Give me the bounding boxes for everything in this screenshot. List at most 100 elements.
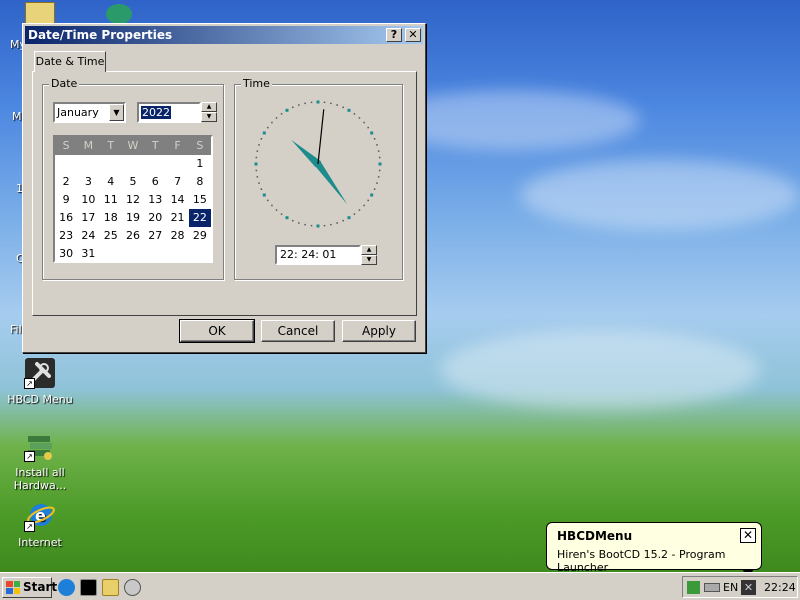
clock-minute-mark [342,219,344,222]
desktop-icon-label: HBCD Menu [7,393,73,406]
apply-button[interactable]: Apply [342,320,416,342]
desktop-icon-install-hardware[interactable]: ↗ Install all Hardwa... [5,430,75,492]
my-documents-icon[interactable] [25,2,55,24]
notification-balloon[interactable]: HBCDMenu Hiren's BootCD 15.2 - Program L… [546,522,762,578]
calendar-day[interactable]: 4 [100,173,122,191]
clock-minute-mark [292,219,294,222]
desktop-icon-hbcd-menu[interactable]: ↗ HBCD Menu [5,357,75,406]
calendar-day[interactable]: 2 [55,173,77,191]
clock-minute-mark [260,138,263,140]
clock-minute-mark [280,113,283,115]
time-down-button[interactable]: ▼ [361,255,377,265]
time-spinner[interactable]: ▲ ▼ [361,245,377,265]
calendar-day[interactable]: 26 [122,227,144,245]
calendar-day[interactable]: 19 [122,209,144,227]
my-network-icon[interactable] [106,4,132,24]
windows-logo-icon [6,581,20,594]
calendar-day[interactable]: 16 [55,209,77,227]
cancel-button[interactable]: Cancel [261,320,335,342]
calendar-day[interactable]: 27 [144,227,166,245]
calendar-day[interactable]: 30 [55,245,77,263]
month-select[interactable]: January ▼ [53,102,126,123]
calendar-day[interactable]: 14 [166,191,188,209]
balloon-text: Hiren's BootCD 15.2 - Program Launcher [557,548,726,574]
year-up-button[interactable]: ▲ [201,102,217,112]
clock-minute-mark [255,156,258,159]
close-button[interactable]: ✕ [405,28,421,42]
balloon-close-button[interactable]: ✕ [740,528,756,543]
calendar-day[interactable]: 9 [55,191,77,209]
desktop-icon-label: Install all Hardwa... [13,466,67,492]
calendar-day[interactable]: 7 [166,173,188,191]
calendar-day[interactable]: 23 [55,227,77,245]
taskbar-clock[interactable]: 22:24 [764,581,796,594]
calendar-day[interactable]: 15 [189,191,211,209]
tab-date-time[interactable]: Date & Time [34,51,106,72]
weekday-header: S [62,139,70,152]
calendar-day[interactable]: 21 [166,209,188,227]
drive-icon[interactable] [704,583,720,592]
disk-icon[interactable] [124,579,141,596]
calendar-day[interactable]: 12 [122,191,144,209]
calendar-day[interactable]: 6 [144,173,166,191]
weekday-header: T [151,139,159,152]
dialog-title: Date/Time Properties [28,28,173,42]
desktop-icon-internet[interactable]: e ↗ Internet [5,500,75,549]
year-value: 2022 [141,106,171,119]
clock-minute-mark [377,176,380,178]
year-field[interactable]: 2022 [137,102,201,123]
clock-minute-mark [358,209,361,211]
calendar-day[interactable]: 3 [77,173,99,191]
calendar-day[interactable]: 28 [166,227,188,245]
clock-minute-mark [258,144,260,146]
clock-minute-mark [367,126,369,129]
calendar-day-selected[interactable]: 22 [188,209,211,227]
calendar-day[interactable]: 11 [100,191,122,209]
help-button[interactable]: ? [386,28,402,42]
calendar-day[interactable]: 29 [189,227,211,245]
calendar-day[interactable]: 10 [77,191,99,209]
clock-minute-mark [271,121,273,124]
network-icon[interactable] [687,581,700,594]
shortcut-arrow-icon: ↗ [24,451,35,462]
time-field[interactable]: 22: 24: 01 [275,245,361,265]
command-prompt-icon[interactable] [80,579,97,596]
calendar-blank [100,155,122,173]
clock-minute-mark [310,224,313,227]
folder-icon[interactable] [102,579,119,596]
internet-explorer-icon[interactable] [58,579,75,596]
calendar-day[interactable]: 31 [77,245,99,263]
clock-minute-mark [336,104,338,106]
year-spinner[interactable]: ▲ ▼ [201,102,217,122]
clock-minute-mark [363,121,365,124]
clock-minute-mark [353,213,356,215]
calendar-day[interactable]: 20 [144,209,166,227]
clock-minute-mark [292,106,294,109]
calendar-day[interactable]: 17 [77,209,99,227]
calendar-day[interactable]: 1 [189,155,211,173]
calendar-day[interactable]: 8 [189,173,211,191]
language-indicator[interactable]: EN [723,581,738,594]
date-group-label: Date [49,77,80,90]
weekday-header: W [127,139,139,152]
clock-minute-mark [271,204,273,207]
clock-minute-mark [275,209,278,211]
dialog-titlebar[interactable]: Date/Time Properties ? ✕ [25,26,423,44]
year-down-button[interactable]: ▼ [201,112,217,122]
clock-minute-mark [367,199,369,202]
calendar-day[interactable]: 18 [100,209,122,227]
calendar-day[interactable]: 5 [122,173,144,191]
hbcd-tray-icon[interactable]: ✕ [741,580,756,595]
calendar-day[interactable]: 24 [77,227,99,245]
calendar-day[interactable]: 25 [100,227,122,245]
ok-button[interactable]: OK [179,319,255,343]
calendar-day[interactable]: 13 [144,191,166,209]
chevron-down-icon[interactable]: ▼ [109,104,124,121]
clock-minute-hand [314,159,348,205]
internet-explorer-icon: e ↗ [24,500,56,532]
time-up-button[interactable]: ▲ [361,245,377,255]
start-button[interactable]: Start [2,577,57,598]
clock-hour-mark [262,193,266,197]
clock-minute-mark [260,188,263,190]
shortcut-arrow-icon: ↗ [24,378,35,389]
